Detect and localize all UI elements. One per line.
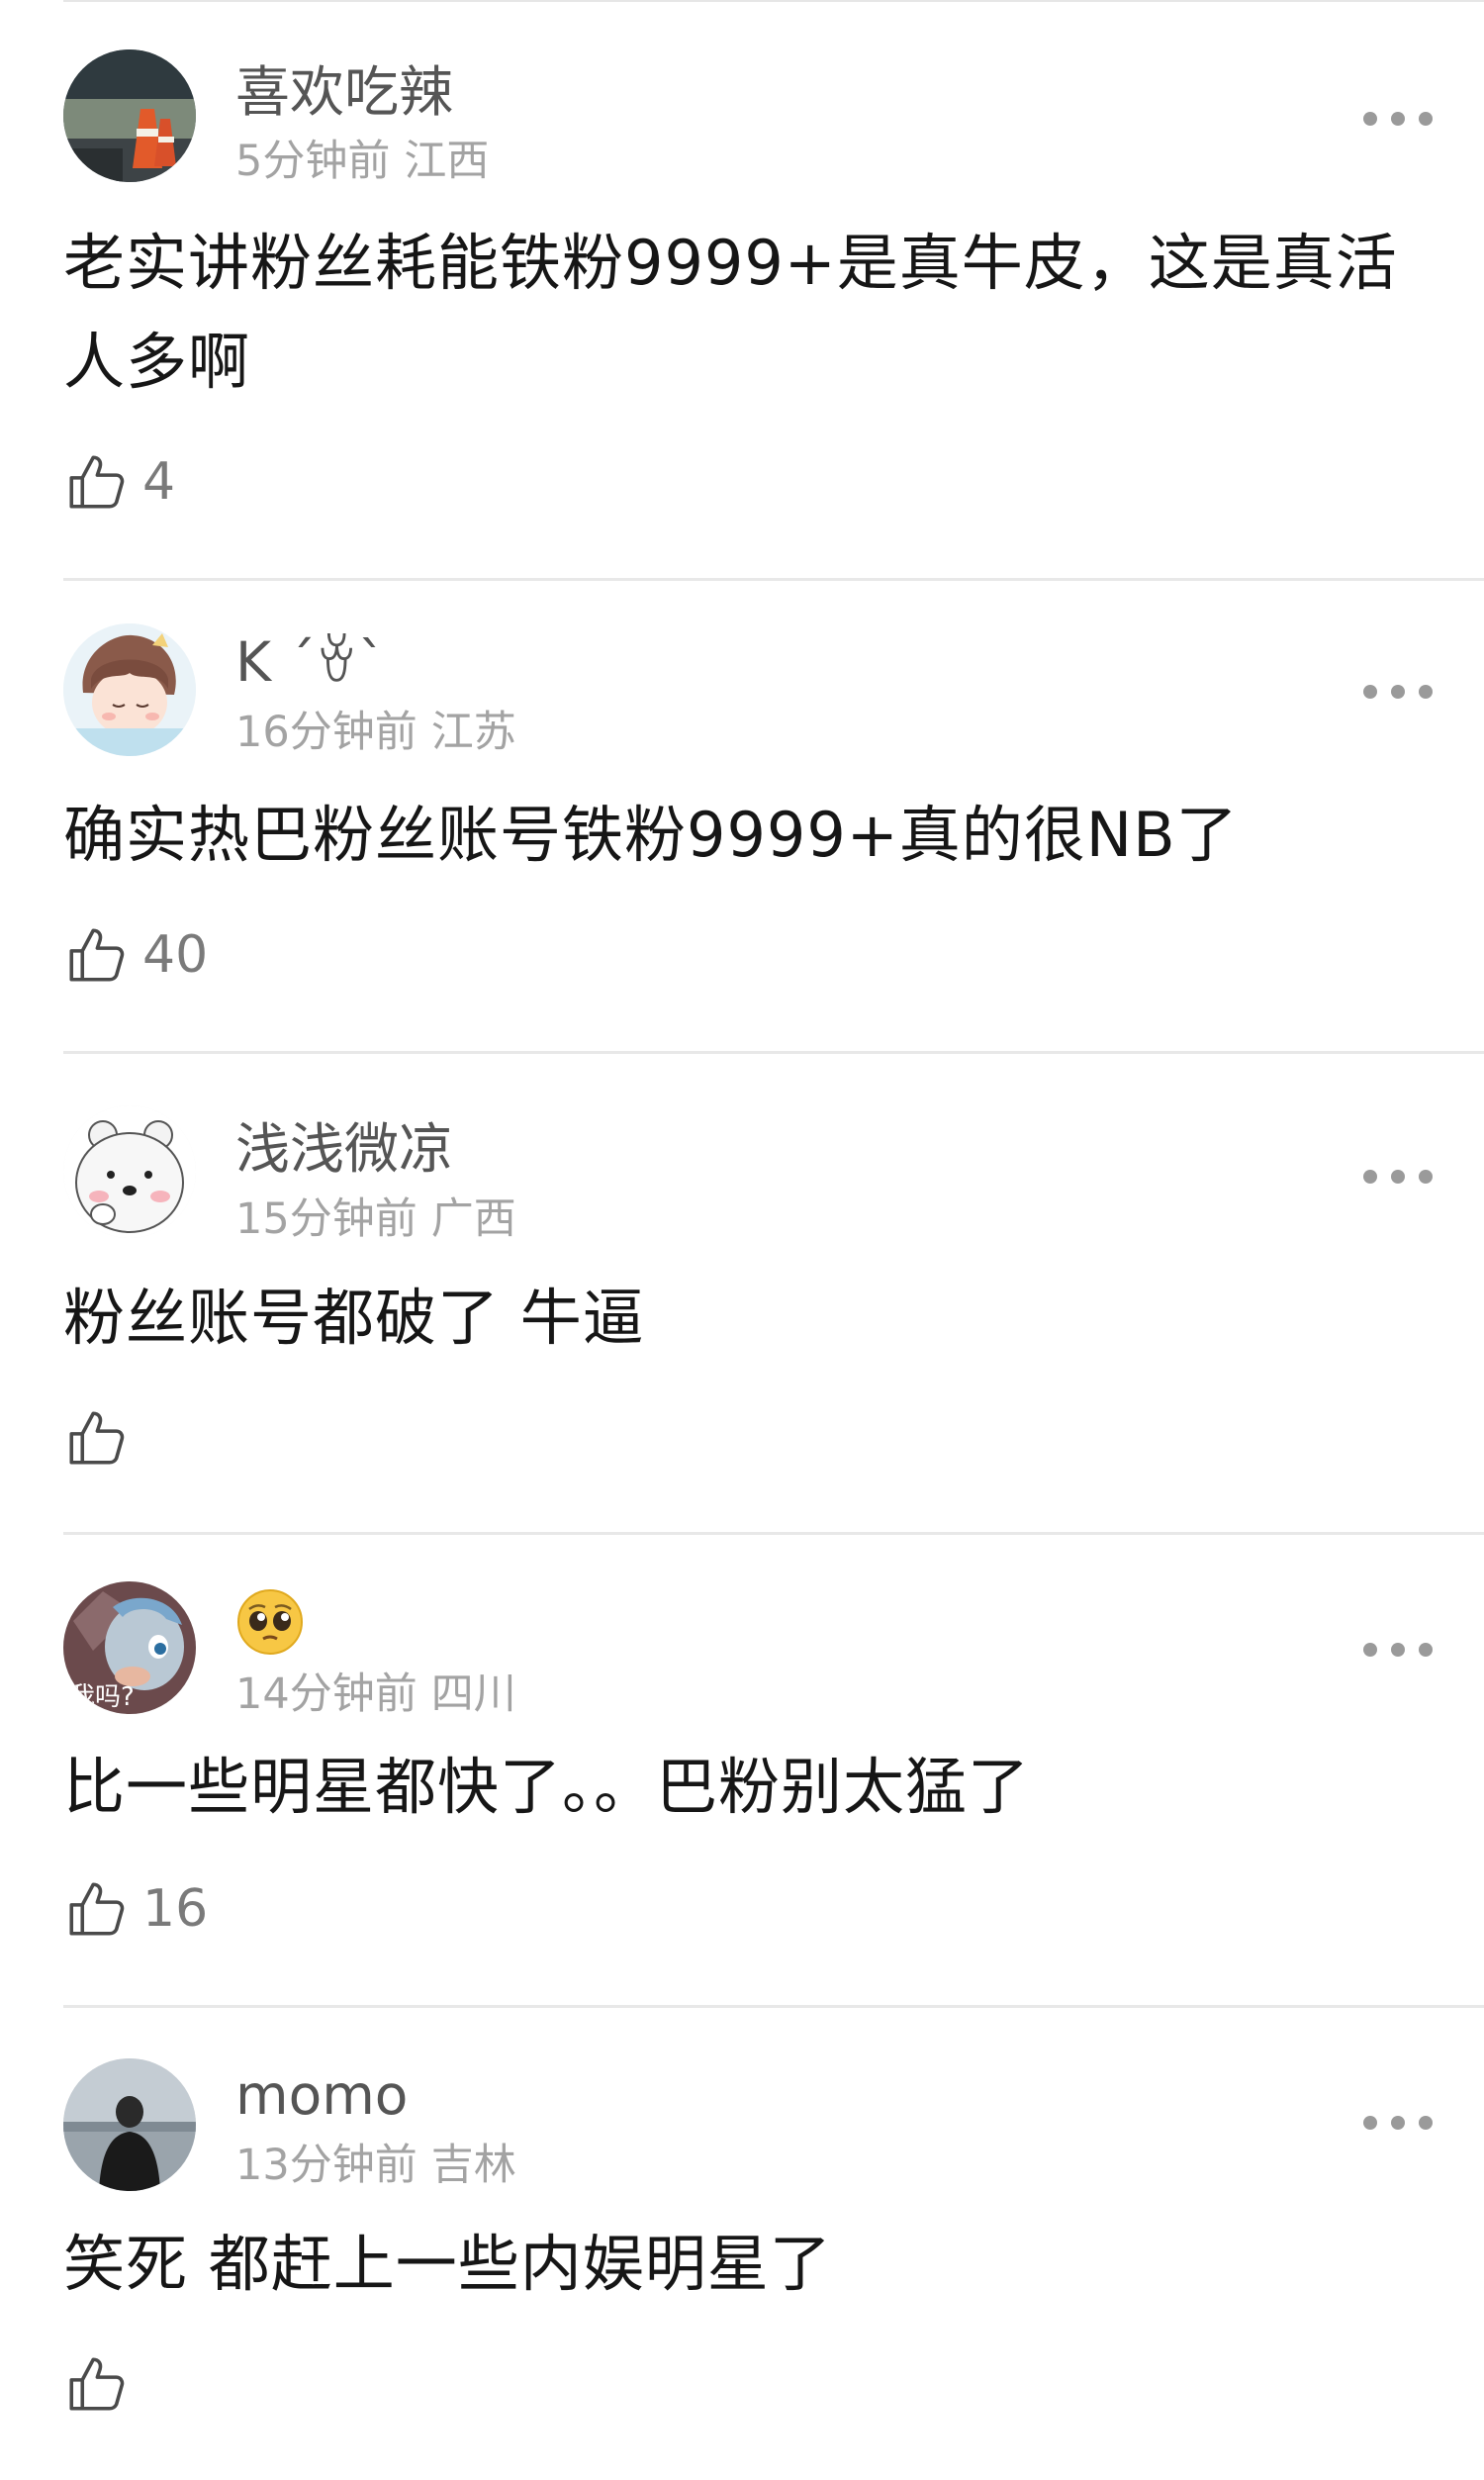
divider xyxy=(63,2005,1484,2008)
more-dots-icon[interactable] xyxy=(1363,677,1433,707)
avatar[interactable] xyxy=(63,2058,196,2191)
comment-location: 江西 xyxy=(404,137,490,186)
divider xyxy=(63,1051,1484,1054)
like-button[interactable]: 40 xyxy=(63,920,208,990)
more-dots-icon[interactable] xyxy=(1363,104,1433,134)
comment-time: 5分钟前 xyxy=(235,137,391,186)
thumbs-up-icon xyxy=(69,455,125,509)
comment-location: 广西 xyxy=(430,1194,516,1244)
comment-time: 15分钟前 xyxy=(235,1194,417,1244)
avatar[interactable] xyxy=(63,623,196,756)
like-count: 4 xyxy=(142,452,176,512)
username[interactable]: 喜欢吃辣 xyxy=(235,59,453,125)
like-button[interactable]: 4 xyxy=(63,447,175,517)
like-button[interactable] xyxy=(63,1403,142,1473)
comment-meta: 14分钟前 四川 xyxy=(235,1669,516,1720)
comment-meta: 15分钟前 广西 xyxy=(235,1193,516,1245)
divider xyxy=(63,578,1484,581)
like-count: 16 xyxy=(142,1879,209,1939)
comment-text: 笑死 都赶上一些内娱明星了 xyxy=(63,2228,832,2300)
thumbs-up-icon xyxy=(69,1882,125,1936)
comment-meta: 16分钟前 江苏 xyxy=(235,707,516,758)
username[interactable]: 浅浅微凉 xyxy=(235,1116,453,1182)
comment-location: 吉林 xyxy=(430,2141,516,2190)
like-count: 40 xyxy=(142,925,209,985)
pleading-face-emoji-icon xyxy=(237,1589,303,1655)
more-dots-icon[interactable] xyxy=(1363,1635,1433,1665)
comment-time: 16分钟前 xyxy=(235,708,417,757)
thumbs-up-icon xyxy=(69,1411,125,1465)
avatar-caption: 我吗? xyxy=(69,1682,135,1712)
comment-text: 老实讲粉丝耗能铁粉9999+是真牛皮，这是真活人多啊 xyxy=(63,227,1398,398)
avatar-image-person-silhouette xyxy=(63,2058,196,2191)
comment-meta: 13分钟前 吉林 xyxy=(235,2140,516,2191)
avatar-image-anime-boy xyxy=(63,623,196,756)
more-dots-icon[interactable] xyxy=(1363,1162,1433,1192)
avatar[interactable]: 我吗? xyxy=(63,1581,196,1714)
comment-location: 四川 xyxy=(430,1669,516,1719)
thumbs-up-icon xyxy=(69,928,125,982)
comment-text: 比一些明星都快了。。巴粉别太猛了 xyxy=(63,1751,1031,1823)
comment-text: 粉丝账号都破了 牛逼 xyxy=(63,1282,645,1354)
more-dots-icon[interactable] xyxy=(1363,2108,1433,2138)
username[interactable] xyxy=(235,1587,305,1670)
comment-time: 13分钟前 xyxy=(235,2141,417,2190)
top-divider xyxy=(63,0,1484,2)
avatar[interactable] xyxy=(63,49,196,182)
username[interactable]: momo xyxy=(235,2062,408,2128)
comment-location: 江苏 xyxy=(430,708,516,757)
avatar-image-road-cones xyxy=(63,49,196,182)
avatar[interactable] xyxy=(63,1105,196,1238)
username[interactable]: K ´ꈊ` xyxy=(235,629,386,695)
comment-meta: 5分钟前 江西 xyxy=(235,136,489,187)
comment-time: 14分钟前 xyxy=(235,1669,417,1719)
divider xyxy=(63,1532,1484,1535)
comment-text: 确实热巴粉丝账号铁粉9999+真的很NB了 xyxy=(63,799,1239,871)
like-button[interactable]: 16 xyxy=(63,1874,208,1944)
like-button[interactable] xyxy=(63,2349,142,2419)
avatar-image-polar-bear xyxy=(63,1105,196,1238)
thumbs-up-icon xyxy=(69,2357,125,2411)
